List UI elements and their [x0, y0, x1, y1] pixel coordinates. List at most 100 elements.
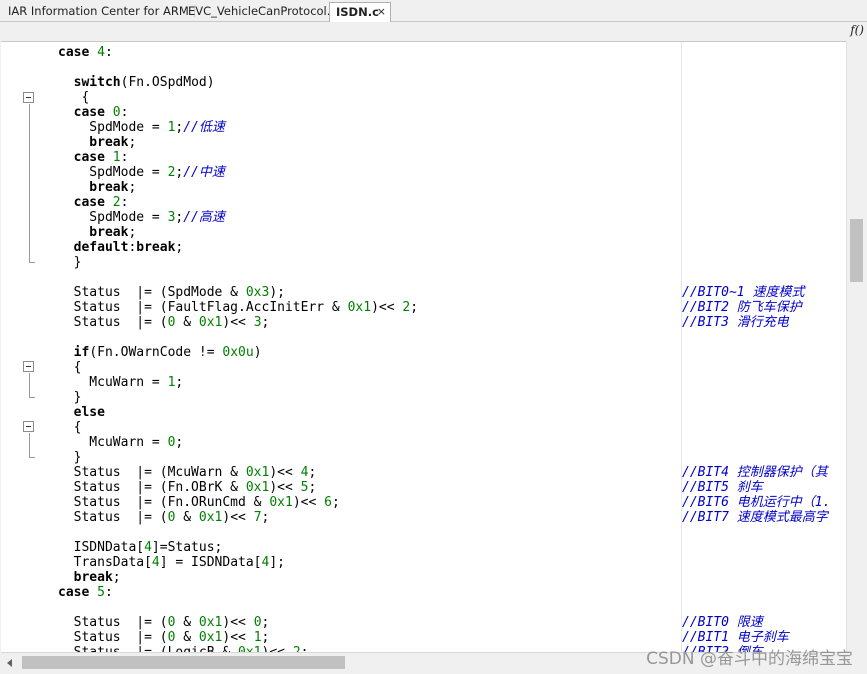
side-comment: //BIT3 滑行充电: [682, 315, 789, 330]
code-token: 0x0u: [222, 345, 254, 360]
code-token: case: [58, 195, 113, 210]
code-line: Status |= (LogicB & 0x1)<< 2;: [58, 645, 418, 652]
code-token: Status |= (: [58, 615, 168, 630]
function-toolbar: f(): [0, 22, 867, 41]
code-line: break;: [58, 180, 418, 195]
fold-line: [29, 373, 30, 397]
code-token: Status |= (McuWarn &: [58, 465, 246, 480]
code-token: ;: [331, 495, 340, 510]
watermark: CSDN @奋斗中的海绵宝宝: [646, 649, 853, 669]
code-token: break: [58, 570, 113, 585]
code-line: {: [58, 360, 418, 375]
code-token: 1: [112, 150, 121, 165]
code-token: case: [58, 150, 113, 165]
code-token: )<<: [269, 480, 301, 495]
code-line: case 2:: [58, 195, 418, 210]
code-token: ;: [128, 225, 137, 240]
code-token: Status |= (Fn.OBrK &: [58, 480, 246, 495]
code-token: 3: [253, 315, 262, 330]
code-token: ;: [261, 615, 270, 630]
fold-collapse-icon[interactable]: [23, 361, 34, 372]
code-token: ;: [261, 510, 270, 525]
code-line: McuWarn = 0;: [58, 435, 418, 450]
code-token: ISDNData[: [58, 540, 145, 555]
code-token: Status |= (: [58, 315, 168, 330]
code-token: {: [58, 90, 90, 105]
fold-line: [29, 433, 30, 457]
code-token: {: [58, 420, 82, 435]
code-token: default: [58, 240, 129, 255]
tab-evc-vehicle-can-protocol[interactable]: EVC_VehicleCanProtocol.c: [182, 2, 343, 21]
code-token: case: [58, 585, 98, 600]
code-line: }: [58, 450, 418, 465]
code-token: 5: [97, 585, 105, 600]
code-token: //低速: [183, 120, 225, 135]
code-line: Status |= (0 & 0x1)<< 0;: [58, 615, 418, 630]
code-token: )<<: [222, 630, 254, 645]
horizontal-scroll-thumb[interactable]: [22, 656, 345, 669]
fold-line: [29, 104, 30, 262]
code-token: ;: [308, 480, 317, 495]
code-token: )<<: [269, 465, 301, 480]
code-line: else: [58, 405, 418, 420]
code-token: &: [175, 630, 199, 645]
code-token: 0x1: [198, 615, 223, 630]
code-token: SpdMode =: [58, 165, 168, 180]
fold-end-marker: [29, 397, 35, 398]
code-token: SpdMode =: [58, 120, 168, 135]
function-list-button[interactable]: f(): [850, 23, 864, 37]
code-token: ;: [261, 315, 270, 330]
code-token: Status |= (LogicB &: [58, 645, 238, 652]
vertical-scroll-thumb[interactable]: [850, 219, 863, 282]
code-token: )<<: [222, 615, 254, 630]
vertical-scrollbar[interactable]: [846, 41, 866, 652]
code-line: }: [58, 255, 418, 270]
code-line: Status |= (0 & 0x1)<< 1;: [58, 630, 418, 645]
code-token: ;: [308, 465, 317, 480]
code-token: &: [175, 615, 199, 630]
code-line: break;: [58, 135, 418, 150]
code-token: 0x1: [198, 315, 223, 330]
code-token: 0x1: [245, 465, 270, 480]
side-comment: //BIT7 速度模式最高字: [682, 510, 828, 525]
tab-isdn-c[interactable]: ISDN.c ×: [329, 2, 391, 22]
code-line: Status |= (Fn.ORunCmd & 0x1)<< 6;: [58, 495, 418, 510]
code-token: ;: [128, 135, 137, 150]
code-token: {: [58, 360, 82, 375]
code-token: 0x1: [198, 630, 223, 645]
code-token: )<<: [222, 315, 254, 330]
fold-collapse-icon[interactable]: [23, 92, 34, 103]
code-token: 4: [144, 540, 152, 555]
code-token: ;: [112, 570, 121, 585]
code-token: ;: [175, 375, 184, 390]
tab-iar-information-center[interactable]: IAR Information Center for ARM: [2, 2, 195, 21]
side-comment: //BIT4 控制器保护（其: [682, 465, 828, 480]
right-margin-guide: [681, 42, 682, 652]
code-token: 0x1: [347, 300, 372, 315]
side-comment: //BIT0~1 速度模式: [682, 285, 805, 300]
code-token: :: [120, 150, 129, 165]
code-token: case: [58, 105, 113, 120]
code-token: Status |= (FaultFlag.AccInitErr &: [58, 300, 348, 315]
code-text: case 4: switch(Fn.OSpdMod) { case 0: Spd…: [58, 45, 418, 652]
side-comment: //BIT6 电机运行中（1.: [682, 495, 831, 510]
code-token: if: [58, 345, 90, 360]
code-token: );: [269, 285, 285, 300]
fold-gutter: [1, 42, 41, 652]
side-comment: //BIT0 限速: [682, 615, 763, 630]
code-token: }: [58, 255, 82, 270]
code-line: break;: [58, 225, 418, 240]
close-icon[interactable]: ×: [377, 3, 386, 21]
code-editor[interactable]: case 4: switch(Fn.OSpdMod) { case 0: Spd…: [1, 41, 846, 652]
code-line: SpdMode = 1;//低速: [58, 120, 418, 135]
scroll-left-arrow-icon[interactable]: [7, 659, 12, 667]
code-token: :: [120, 195, 129, 210]
code-token: 0x3: [245, 285, 270, 300]
code-line: case 5:: [58, 585, 418, 600]
code-line: McuWarn = 1;: [58, 375, 418, 390]
fold-collapse-icon[interactable]: [23, 421, 34, 432]
